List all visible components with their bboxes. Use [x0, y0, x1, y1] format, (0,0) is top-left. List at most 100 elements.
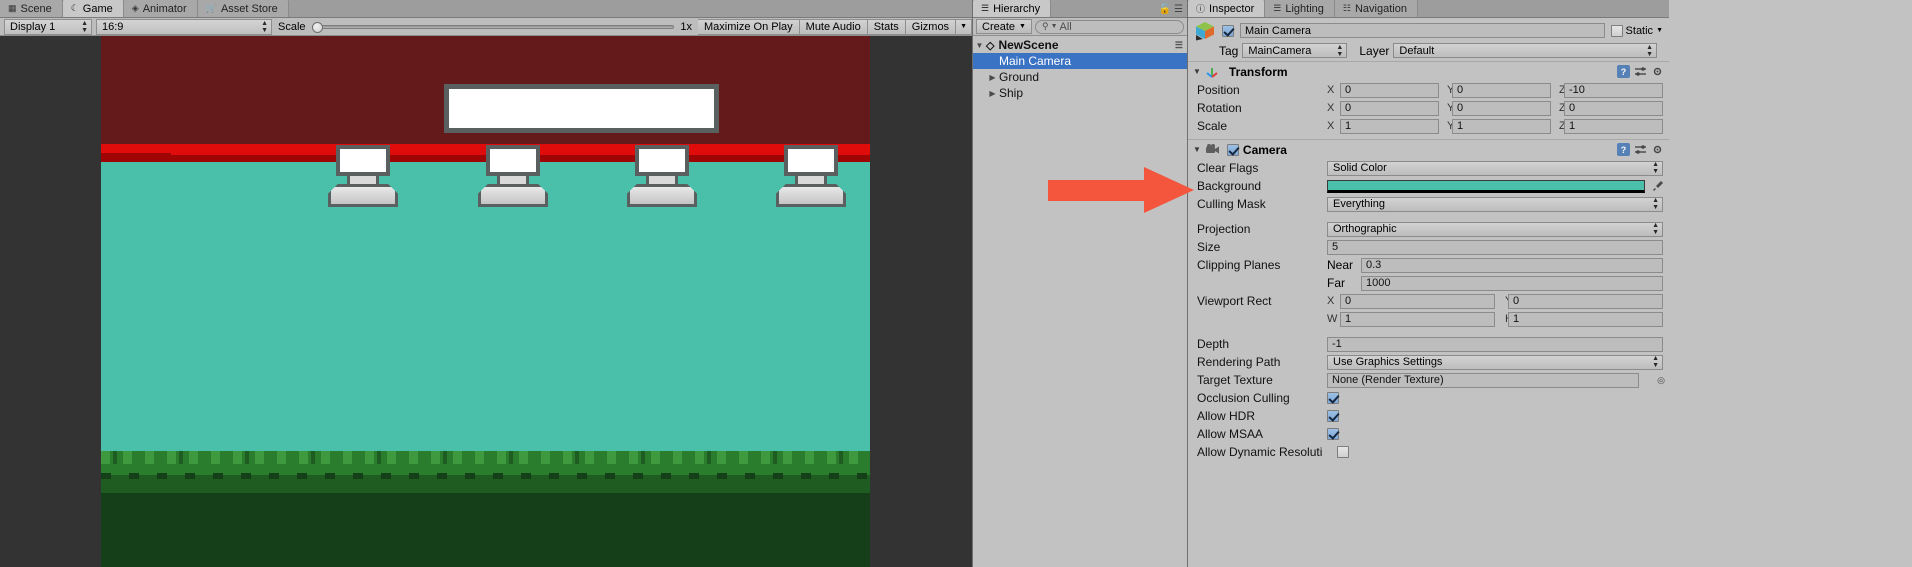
viewport-y-field[interactable]: 0: [1508, 293, 1663, 309]
near-field[interactable]: 0.3: [1361, 257, 1663, 273]
maximize-on-play-button[interactable]: Maximize On Play: [698, 18, 800, 35]
transform-component-header[interactable]: ▼ Transform ?: [1188, 61, 1669, 81]
tab-asset-store[interactable]: 🛒 Asset Store: [197, 0, 289, 17]
allow-msaa-row: Allow MSAA: [1188, 425, 1669, 443]
position-label: Position: [1197, 83, 1240, 97]
preset-icon[interactable]: [1634, 143, 1647, 156]
allow-hdr-checkbox[interactable]: [1327, 410, 1339, 422]
foldout-collapsed-icon[interactable]: ▶: [986, 89, 999, 98]
aspect-dropdown[interactable]: 16:9 ▲ ▼: [96, 18, 272, 35]
position-z-field[interactable]: -10: [1564, 82, 1663, 98]
game-viewport[interactable]: [0, 36, 972, 567]
tab-animator[interactable]: ◈ Animator: [123, 0, 198, 17]
viewport-w-field[interactable]: 1: [1340, 311, 1495, 327]
tab-inspector[interactable]: ⓘ Inspector: [1188, 0, 1266, 17]
allow-dynamic-resolution-checkbox[interactable]: [1337, 446, 1349, 458]
position-y-field[interactable]: 0: [1452, 82, 1551, 98]
tab-scene[interactable]: ▦ Scene: [0, 0, 63, 17]
gear-icon[interactable]: [1651, 143, 1664, 156]
gear-icon[interactable]: [1651, 65, 1664, 78]
help-icon[interactable]: ?: [1617, 143, 1630, 156]
mute-audio-label: Mute Audio: [805, 20, 861, 33]
camera-component-header[interactable]: ▼ Camera ?: [1188, 139, 1669, 159]
scale-slider-handle[interactable]: [311, 21, 323, 33]
hierarchy-search-input[interactable]: ⚲ ▼ All: [1034, 19, 1184, 34]
stats-button[interactable]: Stats: [867, 18, 906, 35]
unity-editor-window: ▦ Scene ☾ Game ◈ Animator 🛒 Asset Store …: [0, 0, 1912, 567]
clear-flags-dropdown[interactable]: Solid Color ▲ ▼: [1327, 160, 1663, 176]
tab-inspector-label: Inspector: [1209, 2, 1255, 15]
display-dropdown[interactable]: Display 1 ▲ ▼: [4, 18, 92, 35]
axis-x-label: X: [1327, 84, 1335, 96]
axis-y-label: Y: [1447, 84, 1455, 96]
background-color-swatch[interactable]: [1327, 179, 1645, 193]
lock-icon[interactable]: 🔓: [1159, 4, 1171, 15]
occlusion-culling-checkbox[interactable]: [1327, 392, 1339, 404]
scale-y-value: 1: [1457, 120, 1464, 132]
target-texture-row: Target Texture None (Render Texture) ◎: [1188, 371, 1669, 389]
viewport-h-label: H: [1495, 313, 1513, 325]
static-toggle[interactable]: Static ▼: [1610, 24, 1663, 37]
scene-options-icon[interactable]: ☰: [1175, 40, 1183, 51]
static-checkbox[interactable]: [1610, 24, 1623, 37]
static-label: Static: [1625, 24, 1654, 37]
hierarchy-item-ship[interactable]: ▶ Ship: [973, 85, 1187, 101]
rotation-y-field[interactable]: 0: [1452, 100, 1551, 116]
viewport-h-field[interactable]: 1: [1508, 311, 1663, 327]
object-enabled-checkbox[interactable]: [1222, 24, 1234, 37]
hierarchy-item-main-camera[interactable]: Main Camera: [973, 53, 1187, 69]
eyedropper-icon[interactable]: [1651, 179, 1665, 193]
stats-label: Stats: [873, 20, 899, 33]
viewport-x-field[interactable]: 0: [1340, 293, 1495, 309]
rotation-x-field[interactable]: 0: [1340, 100, 1439, 116]
allow-msaa-checkbox[interactable]: [1327, 428, 1339, 440]
foldout-expanded-icon[interactable]: ▼: [973, 41, 986, 50]
gizmos-dropdown-button[interactable]: ▼: [956, 18, 972, 35]
depth-field[interactable]: -1: [1327, 336, 1663, 352]
allow-msaa-label: Allow MSAA: [1197, 427, 1264, 441]
scale-y-field[interactable]: 1: [1452, 118, 1551, 134]
tab-navigation[interactable]: ☷ Navigation: [1334, 0, 1418, 17]
foldout-expanded-icon[interactable]: ▼: [1193, 67, 1201, 76]
rendering-path-dropdown[interactable]: Use Graphics Settings ▲ ▼: [1327, 354, 1663, 370]
tag-dropdown[interactable]: MainCamera ▲ ▼: [1242, 43, 1348, 58]
object-name-field[interactable]: Main Camera: [1240, 23, 1605, 38]
size-field[interactable]: 5: [1327, 239, 1663, 255]
grass-texture-tufts: [101, 451, 870, 464]
tab-game[interactable]: ☾ Game: [62, 0, 124, 17]
gizmos-button[interactable]: Gizmos: [905, 18, 957, 35]
hierarchy-menu-icon[interactable]: ☰: [1174, 4, 1183, 15]
far-field[interactable]: 1000: [1361, 275, 1663, 291]
object-picker-icon[interactable]: ◎: [1657, 375, 1665, 386]
rotation-z-field[interactable]: 0: [1564, 100, 1663, 116]
pedestal-base: [776, 184, 846, 207]
layer-dropdown[interactable]: Default ▲ ▼: [1393, 43, 1657, 58]
target-texture-field[interactable]: None (Render Texture): [1327, 372, 1640, 388]
position-x-field[interactable]: 0: [1340, 82, 1439, 98]
hierarchy-item-newscene[interactable]: ▼ ◇ NewScene ☰: [973, 37, 1187, 53]
scale-label: Scale: [278, 20, 306, 33]
create-button[interactable]: Create ▼: [976, 19, 1032, 34]
scale-z-value: 1: [1569, 120, 1576, 132]
foldout-collapsed-icon[interactable]: ▶: [986, 73, 999, 82]
chevron-down-icon[interactable]: ▼: [1656, 27, 1663, 34]
preset-icon[interactable]: [1634, 65, 1647, 78]
scale-x-field[interactable]: 1: [1340, 118, 1439, 134]
scale-z-field[interactable]: 1: [1564, 118, 1663, 134]
chevron-updown-icon: ▲ ▼: [1652, 222, 1659, 236]
camera-enabled-checkbox[interactable]: [1226, 143, 1239, 156]
hierarchy-item-ground[interactable]: ▶ Ground: [973, 69, 1187, 85]
projection-dropdown[interactable]: Orthographic ▲ ▼: [1327, 221, 1663, 237]
tab-lighting[interactable]: ☰ Lighting: [1265, 0, 1335, 17]
help-icon[interactable]: ?: [1617, 65, 1630, 78]
scale-slider[interactable]: [311, 21, 675, 33]
pedestal-base: [478, 184, 548, 207]
mute-audio-button[interactable]: Mute Audio: [799, 18, 868, 35]
foldout-expanded-icon[interactable]: ▼: [1193, 145, 1201, 154]
pedestal-sprite: [776, 145, 846, 207]
culling-mask-dropdown[interactable]: Everything ▲ ▼: [1327, 196, 1663, 212]
tab-hierarchy[interactable]: ☰ Hierarchy: [973, 0, 1052, 17]
clear-flags-row: Clear Flags Solid Color ▲ ▼: [1188, 159, 1669, 177]
allow-hdr-label: Allow HDR: [1197, 409, 1256, 423]
hierarchy-tree[interactable]: ▼ ◇ NewScene ☰ Main Camera ▶ Ground ▶ Sh…: [973, 36, 1187, 567]
